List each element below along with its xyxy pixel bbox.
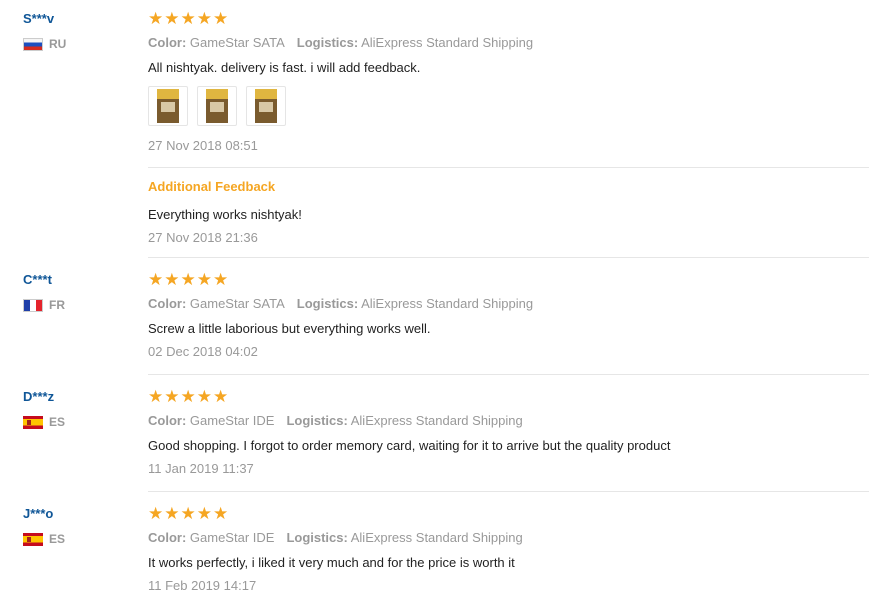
star-icon: ★ <box>164 270 180 289</box>
review-meta: Color: GameStar SATA Logistics: AliExpres… <box>148 295 869 313</box>
country-code: ES <box>49 415 66 429</box>
divider <box>148 491 869 492</box>
country-code: RU <box>49 37 67 51</box>
logistics-value: AliExpress Standard Shipping <box>361 296 534 311</box>
review-text: Good shopping. I forgot to order memory … <box>148 438 671 453</box>
logistics-value: AliExpress Standard Shipping <box>361 35 534 50</box>
color-value: GameStar IDE <box>189 413 275 428</box>
review-date: 11 Jan 2019 11:37 <box>148 461 254 476</box>
reviewer-name[interactable]: C***t <box>23 271 133 289</box>
divider <box>148 374 869 375</box>
logistics-label: Logistics: <box>286 413 348 428</box>
star-icon: ★ <box>196 387 212 406</box>
star-icon: ★ <box>180 387 196 406</box>
star-icon: ★ <box>196 270 212 289</box>
review-photo-thumbnail[interactable] <box>148 86 188 126</box>
star-icon: ★ <box>148 9 164 28</box>
country-code: ES <box>49 532 66 546</box>
star-icon: ★ <box>180 504 196 523</box>
review-meta: Color: GameStar IDE Logistics: AliExpress… <box>148 412 869 430</box>
review-meta: Color: GameStar IDE Logistics: AliExpress… <box>148 529 869 547</box>
reviewer-name[interactable]: D***z <box>23 388 133 406</box>
review-date: 27 Nov 2018 08:51 <box>148 138 258 153</box>
logistics-label: Logistics: <box>296 35 359 50</box>
flag-es-icon <box>23 532 43 546</box>
star-icon: ★ <box>164 387 180 406</box>
review-date: 11 Feb 2019 14:17 <box>148 578 257 593</box>
logistics-value: AliExpress Standard Shipping <box>350 413 523 428</box>
divider <box>148 257 869 258</box>
color-value: GameStar SATA <box>189 35 285 50</box>
star-icon: ★ <box>164 504 180 523</box>
logistics-value: AliExpress Standard Shipping <box>350 530 523 545</box>
color-label: Color: <box>148 296 187 311</box>
reviewer-name[interactable]: J***o <box>23 505 133 523</box>
additional-feedback-date: 27 Nov 2018 21:36 <box>148 230 258 245</box>
star-icon: ★ <box>148 504 164 523</box>
color-value: GameStar SATA <box>189 296 285 311</box>
star-icon: ★ <box>213 270 229 289</box>
reviewer-country: FR <box>23 298 133 312</box>
star-icon: ★ <box>213 387 229 406</box>
review-text: It works perfectly, i liked it very much… <box>148 555 515 570</box>
star-rating: ★ ★ ★ ★ ★ <box>148 505 869 523</box>
flag-es-icon <box>23 415 43 429</box>
star-icon: ★ <box>196 9 212 28</box>
country-code: FR <box>49 298 65 312</box>
star-icon: ★ <box>213 504 229 523</box>
logistics-label: Logistics: <box>286 530 348 545</box>
review-meta: Color: GameStar SATA Logistics: AliExpres… <box>148 34 869 52</box>
star-rating: ★ ★ ★ ★ ★ <box>148 271 869 289</box>
color-value: GameStar IDE <box>189 530 275 545</box>
additional-feedback-text: Everything works nishtyak! <box>148 207 302 222</box>
reviewer-name[interactable]: S***v <box>23 10 133 28</box>
divider <box>148 167 869 168</box>
flag-ru-icon <box>23 37 43 51</box>
star-icon: ★ <box>180 270 196 289</box>
additional-feedback-title: Additional Feedback <box>148 179 276 194</box>
review-text: All nishtyak. delivery is fast. i will a… <box>148 60 421 75</box>
color-label: Color: <box>148 413 187 428</box>
flag-fr-icon <box>23 298 43 312</box>
review-photo-thumbnail[interactable] <box>197 86 237 126</box>
star-icon: ★ <box>180 9 196 28</box>
review-photos <box>148 86 869 126</box>
star-icon: ★ <box>148 387 164 406</box>
star-icon: ★ <box>164 9 180 28</box>
review-photo-thumbnail[interactable] <box>246 86 286 126</box>
star-icon: ★ <box>196 504 212 523</box>
review-date: 02 Dec 2018 04:02 <box>148 344 258 359</box>
star-rating: ★ ★ ★ ★ ★ <box>148 388 869 406</box>
logistics-label: Logistics: <box>296 296 359 311</box>
color-label: Color: <box>148 530 187 545</box>
reviewer-country: RU <box>23 37 133 51</box>
star-icon: ★ <box>213 9 229 28</box>
review-text: Screw a little laborious but everything … <box>148 321 431 336</box>
reviewer-country: ES <box>23 415 133 429</box>
reviewer-country: ES <box>23 532 133 546</box>
star-icon: ★ <box>148 270 164 289</box>
star-rating: ★ ★ ★ ★ ★ <box>148 10 869 28</box>
color-label: Color: <box>148 35 187 50</box>
